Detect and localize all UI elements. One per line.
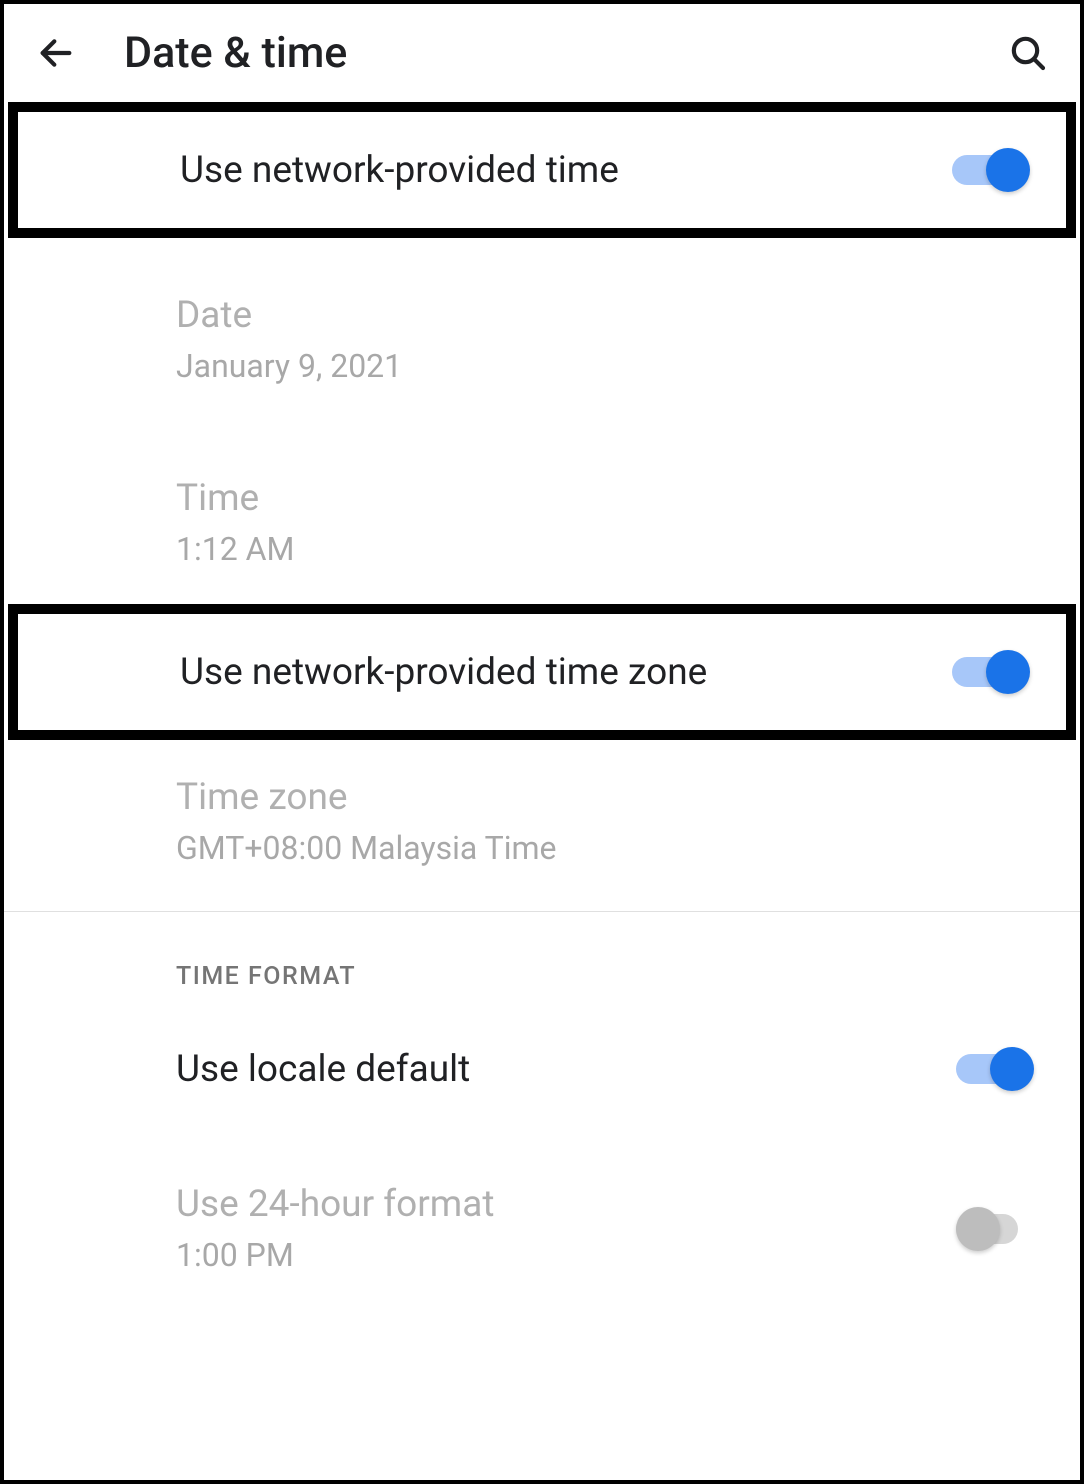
setting-text: Time 1:12 AM	[176, 477, 1034, 568]
setting-text: Time zone GMT+08:00 Malaysia Time	[176, 776, 1034, 867]
setting-value: 1:00 PM	[176, 1236, 956, 1274]
setting-timezone: Time zone GMT+08:00 Malaysia Time	[4, 740, 1080, 903]
setting-locale-default[interactable]: Use locale default	[4, 1011, 1080, 1127]
setting-text: Use network-provided time	[180, 149, 952, 192]
back-icon[interactable]	[32, 29, 80, 77]
toggle-locale-default[interactable]	[956, 1047, 1034, 1091]
setting-text: Date January 9, 2021	[176, 294, 1034, 385]
section-header-time-format: TIME FORMAT	[4, 912, 1080, 1011]
setting-network-time[interactable]: Use network-provided time	[8, 102, 1076, 238]
toggle-network-timezone[interactable]	[952, 650, 1030, 694]
setting-value: GMT+08:00 Malaysia Time	[176, 829, 1034, 867]
setting-value: 1:12 AM	[176, 530, 1034, 568]
setting-label: Date	[176, 294, 1034, 337]
setting-label: Time zone	[176, 776, 1034, 819]
setting-network-timezone[interactable]: Use network-provided time zone	[8, 604, 1076, 740]
toggle-24h-format	[956, 1207, 1034, 1251]
setting-label: Use locale default	[176, 1048, 956, 1091]
search-icon[interactable]	[1004, 29, 1052, 77]
toggle-network-time[interactable]	[952, 148, 1030, 192]
setting-24h-format: Use 24-hour format 1:00 PM	[4, 1147, 1080, 1310]
settings-content: Use network-provided time Date January 9…	[4, 102, 1080, 1310]
setting-date: Date January 9, 2021	[4, 258, 1080, 421]
setting-text: Use locale default	[176, 1048, 956, 1091]
page-title: Date & time	[124, 28, 960, 78]
setting-label: Use network-provided time zone	[180, 651, 952, 694]
setting-label: Time	[176, 477, 1034, 520]
setting-label: Use 24-hour format	[176, 1183, 956, 1226]
setting-value: January 9, 2021	[176, 347, 1034, 385]
setting-text: Use 24-hour format 1:00 PM	[176, 1183, 956, 1274]
app-header: Date & time	[4, 4, 1080, 102]
setting-text: Use network-provided time zone	[180, 651, 952, 694]
setting-label: Use network-provided time	[180, 149, 952, 192]
setting-time: Time 1:12 AM	[4, 441, 1080, 604]
